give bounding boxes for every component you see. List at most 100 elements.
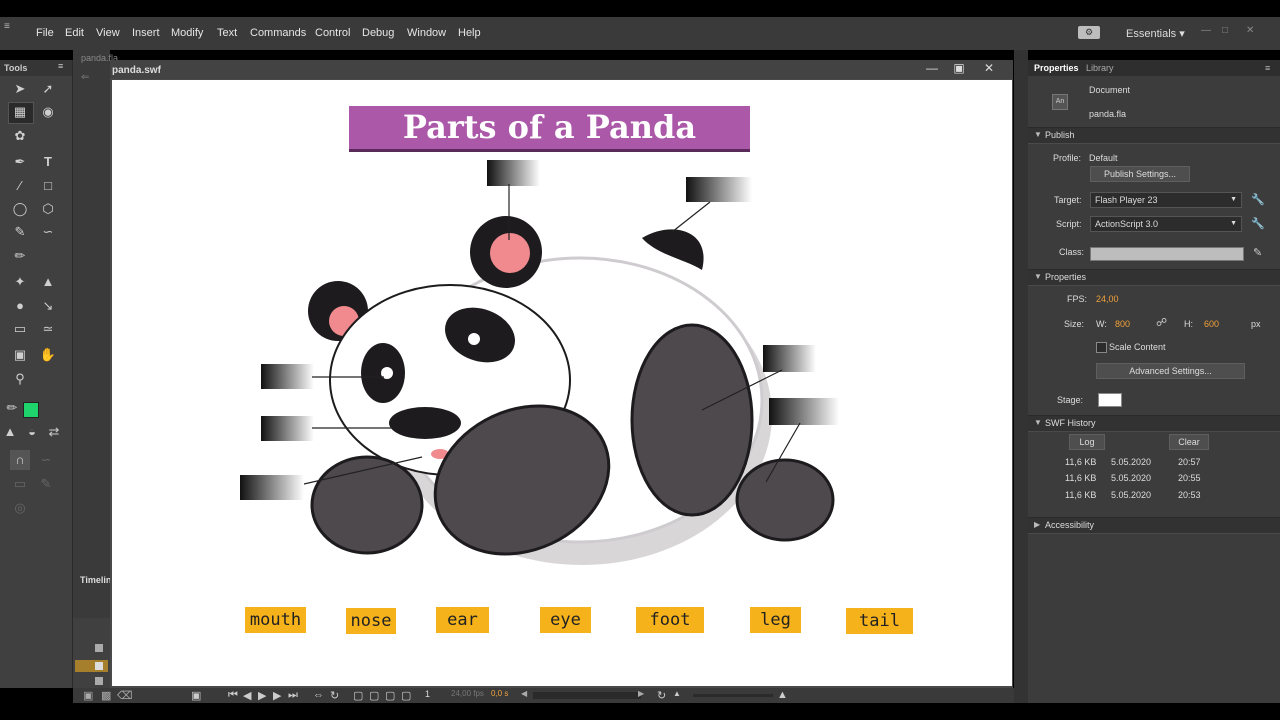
zoom-out-icon[interactable]: ▲ <box>673 689 681 698</box>
wrench-icon[interactable]: 🔧 <box>1251 193 1265 206</box>
rectangle-tool-icon[interactable]: □ <box>38 176 58 196</box>
stroke-color-icon[interactable]: ✏ <box>2 398 22 418</box>
loop-icon[interactable]: ↻ <box>330 689 339 702</box>
swf-maximize-icon[interactable]: ▣ <box>953 61 964 75</box>
menu-commands[interactable]: Commands <box>250 27 306 39</box>
menu-edit[interactable]: Edit <box>65 27 84 39</box>
word-ear[interactable]: ear <box>436 607 489 633</box>
word-foot[interactable]: foot <box>636 607 704 633</box>
script-dropdown[interactable]: ActionScript 3.0 ▼ <box>1090 216 1242 232</box>
width-value[interactable]: 800 <box>1115 319 1130 329</box>
restore-icon[interactable]: □ <box>1222 25 1228 36</box>
edit-multiple-icon[interactable]: ▢ <box>385 689 395 702</box>
menu-view[interactable]: View <box>96 27 120 39</box>
swf-minimize-icon[interactable]: — <box>926 61 938 75</box>
scale-content-checkbox[interactable] <box>1096 342 1107 353</box>
rotate-icon[interactable]: ↻ <box>657 689 666 702</box>
word-nose[interactable]: nose <box>346 608 396 634</box>
sync-settings-icon[interactable]: ⚙ <box>1078 26 1100 39</box>
section-properties[interactable]: ▼ Properties <box>1028 269 1280 286</box>
class-input[interactable] <box>1090 247 1244 261</box>
step-forward-icon[interactable]: ▶ <box>273 689 281 702</box>
eraser-tool-icon[interactable]: ▭ <box>10 319 30 339</box>
panel-menu-icon[interactable]: ≡ <box>58 61 63 71</box>
minimize-icon[interactable]: — <box>1201 25 1211 36</box>
black-white-icon[interactable]: ◒ <box>22 422 42 442</box>
step-back-icon[interactable]: ◀ <box>243 689 251 702</box>
fps-value[interactable]: 24,00 <box>1096 294 1119 304</box>
onion-outline-icon[interactable]: ▢ <box>369 689 379 702</box>
panel-menu-icon[interactable]: ≡ <box>1265 63 1270 73</box>
brush-mode-icon[interactable]: ✎ <box>36 474 56 494</box>
center-frame-icon[interactable]: ⇔ <box>313 689 324 701</box>
new-layer-icon[interactable]: ▣ <box>83 689 93 702</box>
play-icon[interactable]: ▶ <box>258 689 266 702</box>
ink-bottle-tool-icon[interactable]: ● <box>10 296 30 316</box>
delete-layer-icon[interactable]: ⌫ <box>117 689 133 702</box>
modify-markers-icon[interactable]: ▢ <box>401 689 411 702</box>
tab-library[interactable]: Library <box>1086 63 1114 73</box>
scroll-left-icon[interactable]: ◀ <box>521 689 527 698</box>
brush-shape-icon[interactable]: ◎ <box>10 498 30 518</box>
swap-colors-icon[interactable]: ⇄ <box>44 422 64 442</box>
word-tail[interactable]: tail <box>846 608 913 634</box>
height-value[interactable]: 600 <box>1204 319 1219 329</box>
snap-to-objects-icon[interactable]: ∩ <box>10 450 30 470</box>
menu-window[interactable]: Window <box>407 27 446 39</box>
link-icon[interactable]: ☍ <box>1156 316 1167 329</box>
word-leg[interactable]: leg <box>750 607 801 633</box>
panel-splitter[interactable] <box>1014 50 1028 703</box>
log-button[interactable]: Log <box>1069 434 1105 450</box>
wrench-icon[interactable]: 🔧 <box>1251 217 1265 230</box>
tab-properties[interactable]: Properties <box>1034 63 1079 73</box>
lasso-tool-icon[interactable]: ✿ <box>10 126 30 146</box>
word-mouth[interactable]: mouth <box>245 607 306 633</box>
frame-rate[interactable]: 24,00 fps <box>451 689 484 698</box>
menu-modify[interactable]: Modify <box>171 27 203 39</box>
zoom-in-icon[interactable]: ▲ <box>777 689 788 701</box>
selection-tool-icon[interactable]: ➤ <box>10 79 30 99</box>
polystar-tool-icon[interactable]: ⬡ <box>38 199 58 219</box>
line-tool-icon[interactable]: ∕ <box>10 176 30 196</box>
menu-help[interactable]: Help <box>458 27 481 39</box>
onion-skin-icon[interactable]: ▢ <box>353 689 363 702</box>
oval-tool-icon[interactable]: ◯ <box>10 199 30 219</box>
new-folder-icon[interactable]: ▩ <box>101 689 111 702</box>
advanced-settings-button[interactable]: Advanced Settings... <box>1096 363 1245 379</box>
timeline-zoom-slider[interactable] <box>693 694 773 697</box>
go-last-frame-icon[interactable]: ⏭ <box>288 689 298 702</box>
paint-brush-tool-icon[interactable]: ✏ <box>10 246 30 266</box>
fill-color-swatch[interactable] <box>23 402 39 418</box>
timeline-layer-selected[interactable] <box>75 660 108 672</box>
section-accessibility[interactable]: ▶ Accessibility <box>1028 517 1280 534</box>
zoom-tool-icon[interactable]: ⚲ <box>10 369 30 389</box>
swf-close-icon[interactable]: ✕ <box>984 61 994 75</box>
fill-color-icon[interactable]: ▲ <box>0 422 20 442</box>
stage-color-swatch[interactable] <box>1098 393 1122 407</box>
scroll-right-icon[interactable]: ▶ <box>638 689 644 698</box>
current-frame[interactable]: 1 <box>425 689 430 699</box>
timeline-label[interactable]: Timelin <box>80 575 111 585</box>
clear-button[interactable]: Clear <box>1169 434 1209 450</box>
section-swf-history[interactable]: ▼ SWF History <box>1028 415 1280 432</box>
pencil-icon[interactable]: ✎ <box>1253 246 1262 259</box>
pencil-tool-icon[interactable]: ✎ <box>10 222 30 242</box>
section-publish[interactable]: ▼ Publish <box>1028 127 1280 144</box>
timeline-scrollbar[interactable] <box>533 692 641 699</box>
width-tool-icon[interactable]: ≃ <box>38 319 58 339</box>
elapsed-time[interactable]: 0,0 s <box>491 689 508 698</box>
workspace-switcher[interactable]: Essentials ▾ <box>1126 27 1185 40</box>
menu-control[interactable]: Control <box>315 27 350 39</box>
menu-text[interactable]: Text <box>217 27 237 39</box>
eyedropper-tool-icon[interactable]: ↘ <box>38 296 58 316</box>
close-icon[interactable]: ✕ <box>1246 25 1254 36</box>
word-eye[interactable]: eye <box>540 607 591 633</box>
smooth-icon[interactable]: ∽ <box>36 450 56 470</box>
menu-debug[interactable]: Debug <box>362 27 394 39</box>
bone-tool-icon[interactable]: ✦ <box>10 272 30 292</box>
publish-settings-button[interactable]: Publish Settings... <box>1090 166 1190 182</box>
target-dropdown[interactable]: Flash Player 23 ▼ <box>1090 192 1242 208</box>
paint-bucket-tool-icon[interactable]: ▲ <box>38 272 58 292</box>
go-first-frame-icon[interactable]: ⏮ <box>228 689 238 702</box>
back-icon[interactable]: ⇐ <box>81 72 89 83</box>
